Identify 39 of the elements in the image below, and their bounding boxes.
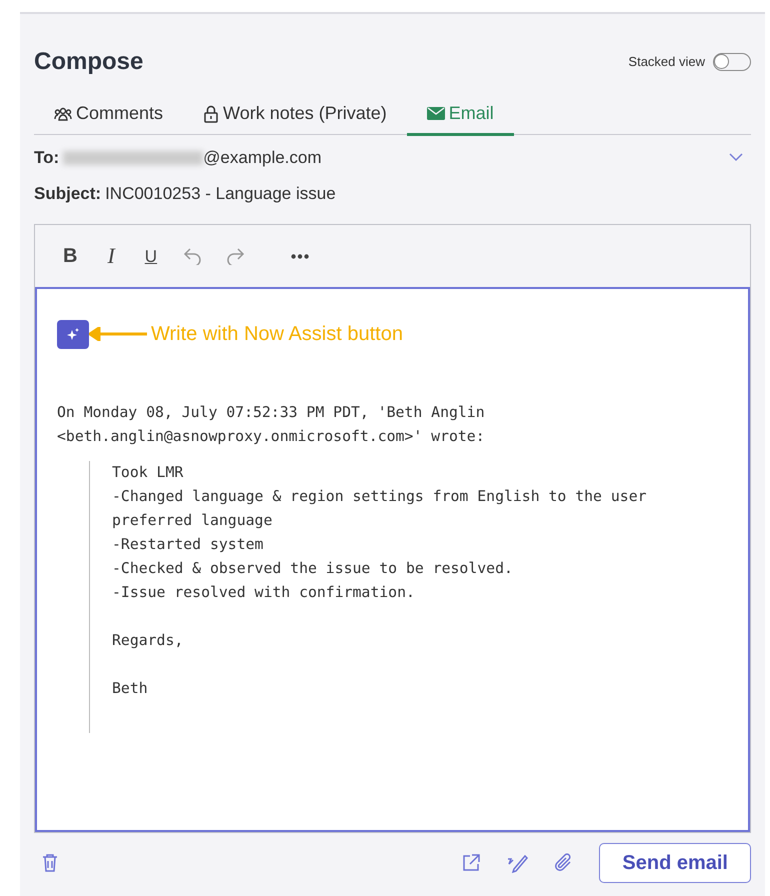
chevron-down-icon[interactable]	[729, 153, 743, 162]
italic-button[interactable]: I	[103, 245, 119, 267]
quoted-text-line: -Restarted system	[112, 535, 264, 555]
lock-icon	[203, 104, 220, 122]
annotation-text: Write with Now Assist button	[151, 322, 403, 347]
tab[interactable]: Work notes (Private)	[183, 94, 407, 136]
external-link-icon[interactable]	[461, 853, 482, 873]
panel-title: Compose	[34, 47, 144, 77]
subject-text: INC0010253 - Language issue	[105, 182, 336, 204]
now-assist-button[interactable]	[57, 320, 89, 348]
quoted-text-line: -Checked & observed the issue to be resolved.	[112, 559, 514, 579]
quoted-text-line: preferred language	[112, 511, 274, 531]
underline-button[interactable]: U	[140, 248, 162, 264]
trash-icon[interactable]	[42, 853, 58, 873]
people-icon	[54, 106, 72, 120]
send-email-button[interactable]: Send email	[599, 843, 751, 883]
sparkle-icon	[66, 327, 80, 341]
email-text-line: <beth.anglin@asnowproxy.onmicrosoft.com>' wrote:	[57, 427, 486, 447]
toggle-label: Stacked view	[628, 53, 705, 72]
pen-icon[interactable]	[507, 853, 530, 873]
quoted-text-line: Regards,	[112, 631, 184, 651]
quoted-text-line: -Issue resolved with confirmation.	[112, 583, 416, 603]
more-icon[interactable]	[291, 254, 310, 258]
quoted-text-line: Took LMR	[112, 463, 184, 483]
field-label: To:	[34, 147, 60, 169]
email-text-line: On Monday 08, July 07:52:33 PM PDT, 'Beth Anglin	[57, 403, 486, 423]
tab[interactable]: Email	[406, 94, 514, 136]
recipient-address: @example.com	[203, 147, 322, 169]
bold-button[interactable]: B	[59, 246, 82, 266]
redo-icon[interactable]	[225, 247, 246, 265]
quoted-text-line: -Changed language & region settings from English to the user	[112, 487, 648, 507]
quoted-text-line: Beth	[112, 679, 149, 699]
tab[interactable]: Comments	[34, 94, 184, 136]
toggle-switch[interactable]	[713, 53, 751, 71]
annotation-arrow	[89, 327, 147, 341]
paperclip-icon[interactable]	[555, 853, 574, 873]
field-label: Subject:	[34, 182, 102, 204]
undo-icon[interactable]	[183, 247, 204, 265]
envelope-icon	[426, 107, 445, 120]
